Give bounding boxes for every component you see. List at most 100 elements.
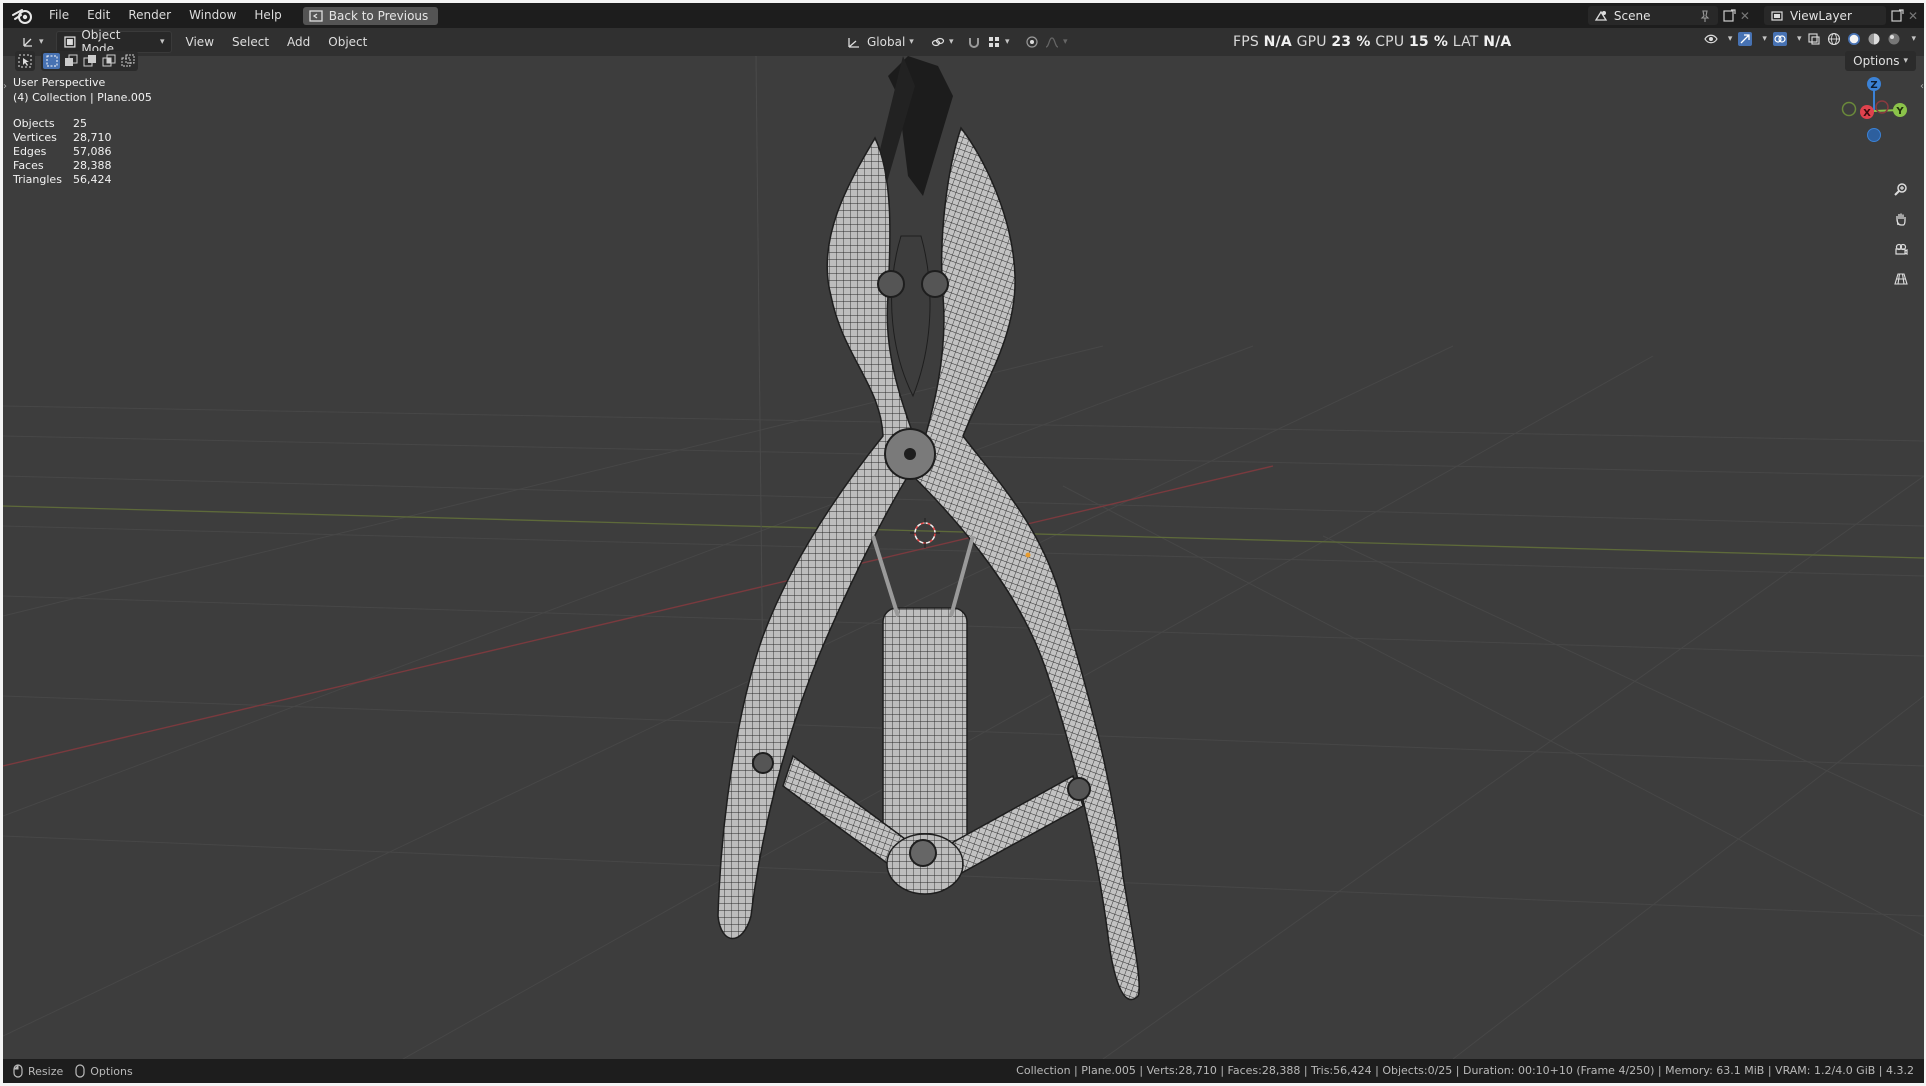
object-mode-icon — [63, 36, 76, 48]
chevron-down-icon[interactable]: ▾ — [1797, 34, 1802, 44]
new-view-layer-icon[interactable] — [1890, 8, 1904, 23]
select-menu[interactable]: Select — [226, 32, 275, 52]
gizmo-x-axis[interactable]: X — [1860, 105, 1874, 119]
pan-button[interactable] — [1888, 206, 1914, 232]
select-subtract-icon — [83, 55, 96, 67]
zoom-button[interactable] — [1888, 176, 1914, 202]
perspective-toggle-button[interactable] — [1888, 266, 1914, 292]
select-difference-icon — [102, 54, 115, 67]
object-menu[interactable]: Object — [322, 32, 373, 52]
chevron-down-icon: ▾ — [949, 37, 954, 47]
back-to-previous-button[interactable]: Back to Previous — [302, 6, 439, 25]
menu-render[interactable]: Render — [119, 3, 180, 28]
options-dropdown[interactable]: Options ▾ — [1845, 51, 1916, 71]
camera-view-button[interactable] — [1888, 236, 1914, 262]
gizmo-y-label: Y — [1895, 106, 1904, 117]
status-bar: Resize Options Collection | Plane.005 | … — [3, 1059, 1924, 1083]
top-menu-bar: File Edit Render Window Help Back to Pre… — [3, 3, 1924, 28]
stat-row: Faces 28,388 — [13, 159, 112, 173]
transform-orientation-dropdown[interactable]: Global ▾ — [841, 32, 920, 52]
toolbar-toggle-icon[interactable]: › — [3, 81, 7, 92]
select-tool-button[interactable] — [15, 51, 35, 71]
mouse-drag-icon — [13, 1064, 23, 1078]
editor-type-button[interactable]: ▾ — [15, 32, 50, 52]
blender-logo-icon[interactable] — [12, 7, 34, 25]
select-new-button[interactable] — [43, 53, 60, 69]
collection-info: (4) Collection | Plane.005 — [13, 91, 152, 104]
snap-grid-icon — [989, 37, 999, 47]
stat-row: Vertices 28,710 — [13, 131, 112, 145]
select-extend-button[interactable] — [62, 53, 79, 69]
stat-value: 25 — [73, 117, 87, 130]
pivot-point-dropdown[interactable]: ▾ — [925, 32, 960, 52]
wireframe-shading-icon[interactable] — [1827, 32, 1841, 46]
scene-selector[interactable]: Scene — [1587, 6, 1718, 25]
status-options-hint: Options — [90, 1064, 133, 1078]
gpu-label: GPU — [1296, 34, 1327, 50]
overlays-toggle-icon[interactable] — [1772, 32, 1787, 46]
view-menu[interactable]: View — [180, 32, 220, 52]
cursor-select-icon — [18, 54, 32, 68]
fps-label: FPS — [1233, 34, 1259, 50]
chevron-down-icon: ▾ — [1005, 37, 1010, 47]
viewport-info-overlay: User Perspective (4) Collection | Plane.… — [13, 76, 152, 106]
object-origin-point — [1025, 552, 1031, 558]
cpu-value: 15 % — [1408, 34, 1449, 50]
select-intersect-button[interactable] — [119, 53, 136, 69]
lat-label: LAT — [1452, 34, 1479, 50]
delete-scene-icon[interactable]: ✕ — [1740, 9, 1750, 23]
stat-value: 28,388 — [73, 159, 112, 172]
select-difference-button[interactable] — [100, 53, 117, 69]
stat-row: Triangles 56,424 — [13, 173, 112, 187]
chevron-down-icon: ▾ — [909, 37, 914, 47]
gizmo-y-axis[interactable]: Y — [1893, 103, 1907, 117]
xray-toggle-icon[interactable] — [1807, 32, 1821, 46]
cpu-label: CPU — [1375, 34, 1405, 50]
3d-viewport[interactable]: Options ▾ User Perspective (4) Collectio… — [3, 51, 1924, 1059]
solid-shading-icon[interactable] — [1847, 32, 1861, 46]
gpu-value: 23 % — [1331, 34, 1371, 50]
viewport-display-controls: ▾ ▾ ▾ ▾ — [1704, 32, 1916, 46]
stat-row: Objects 25 — [13, 117, 112, 131]
orientation-global-icon — [848, 38, 859, 48]
menu-edit[interactable]: Edit — [78, 3, 119, 28]
menu-window[interactable]: Window — [180, 3, 245, 28]
navigation-gizmo[interactable]: Z X Y — [1836, 74, 1916, 146]
material-preview-icon[interactable] — [1867, 32, 1881, 46]
view-layer-selector[interactable]: ViewLayer — [1763, 6, 1886, 25]
sidebar-toggle-icon[interactable]: ‹ — [1920, 81, 1924, 92]
chevron-down-icon: ▾ — [1063, 37, 1068, 47]
chevron-down-icon[interactable]: ▾ — [1762, 34, 1767, 44]
gizmo-toggle-icon[interactable] — [1738, 32, 1753, 46]
blender-window: File Edit Render Window Help Back to Pre… — [3, 3, 1924, 1083]
menu-file[interactable]: File — [40, 3, 78, 28]
lat-value: N/A — [1483, 34, 1512, 50]
select-subtract-button[interactable] — [81, 53, 98, 69]
falloff-dropdown[interactable]: ▾ — [1039, 32, 1074, 52]
visibility-eye-icon[interactable] — [1704, 32, 1718, 46]
object-mode-dropdown[interactable]: Object Mode ▾ — [55, 28, 172, 56]
selection-mode-group — [41, 51, 138, 71]
chevron-down-icon[interactable]: ▾ — [1911, 34, 1916, 44]
add-menu[interactable]: Add — [281, 32, 316, 52]
pin-icon[interactable] — [1698, 9, 1712, 23]
scene-name: Scene — [1613, 8, 1651, 23]
stat-label: Vertices — [13, 131, 57, 144]
stat-label: Objects — [13, 117, 55, 130]
stat-label: Triangles — [13, 173, 62, 186]
delete-view-layer-icon[interactable]: ✕ — [1908, 9, 1918, 23]
falloff-curve-icon — [1045, 37, 1059, 48]
gizmo-z-axis[interactable]: Z — [1867, 77, 1881, 91]
menu-help[interactable]: Help — [245, 3, 290, 28]
back-to-previous-label: Back to Previous — [328, 8, 429, 23]
chevron-down-icon[interactable]: ▾ — [1728, 34, 1733, 44]
orientation-label: Global — [867, 35, 906, 49]
hand-pan-icon — [1896, 213, 1906, 226]
new-scene-icon[interactable] — [1722, 8, 1736, 23]
select-intersect-icon — [121, 54, 134, 67]
stat-value: 56,424 — [73, 173, 112, 186]
rendered-shading-icon[interactable] — [1887, 32, 1901, 46]
stat-label: Faces — [13, 159, 44, 172]
snap-target-dropdown[interactable]: ▾ — [981, 32, 1016, 52]
chevron-down-icon: ▾ — [160, 37, 165, 47]
